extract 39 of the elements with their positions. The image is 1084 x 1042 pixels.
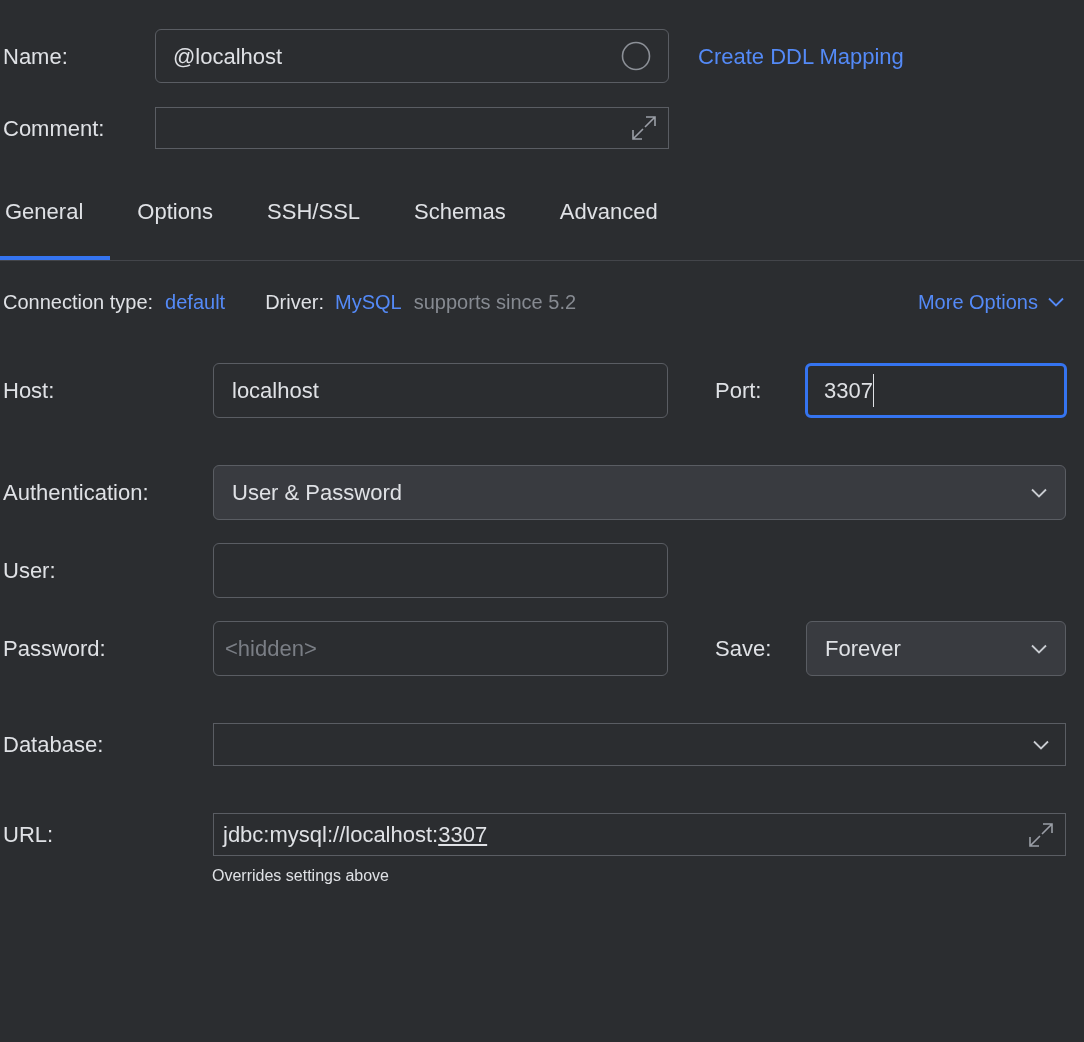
driver-note: supports since 5.2	[413, 290, 577, 315]
chevron-down-icon	[1031, 487, 1047, 498]
driver-label: Driver:	[265, 290, 325, 315]
comment-field[interactable]	[155, 107, 669, 149]
tab[interactable]: Schemas	[387, 195, 533, 260]
user-field[interactable]	[213, 543, 668, 598]
field-label: Port:	[715, 377, 763, 405]
field-label: Host:	[2, 377, 56, 405]
tab[interactable]: Options	[110, 195, 241, 260]
tab[interactable]: General	[0, 195, 111, 260]
tab[interactable]: Advanced	[532, 195, 685, 260]
expand-icon[interactable]	[1027, 820, 1055, 849]
field-label: Save:	[715, 635, 773, 663]
chevron-down-icon	[1031, 643, 1047, 654]
authentication-dropdown[interactable]: User & Password	[213, 465, 1066, 520]
expand-icon[interactable]	[630, 114, 658, 142]
url-hint: Overrides settings above	[212, 866, 390, 886]
name-field[interactable]: @localhost	[155, 29, 669, 83]
field-label: Password:	[2, 635, 107, 663]
field-label: Comment:	[2, 114, 106, 143]
url-field[interactable]: jdbc:mysql://localhost:3307	[213, 813, 1066, 856]
tab[interactable]: SSH/SSL	[240, 195, 388, 260]
field-label: Database:	[2, 731, 105, 759]
connection-type-link[interactable]: default	[165, 287, 226, 317]
save-dropdown[interactable]: Forever	[806, 621, 1066, 676]
field-label: URL:	[2, 821, 55, 849]
password-field[interactable]: <hidden>	[213, 621, 668, 676]
chevron-down-icon	[1033, 739, 1049, 750]
field-label: Name:	[2, 42, 69, 71]
driver-link[interactable]: MySQL	[335, 287, 402, 317]
circle-icon[interactable]	[621, 41, 651, 71]
create-ddl-mapping-link[interactable]: Create DDL Mapping	[698, 39, 904, 73]
host-field[interactable]: localhost	[213, 363, 668, 418]
connection-type-label: Connection type:	[2, 290, 154, 315]
field-label: Authentication:	[2, 479, 150, 507]
field-label: User:	[2, 557, 57, 585]
port-field[interactable]: 3307	[805, 363, 1067, 418]
chevron-down-icon	[1048, 297, 1064, 307]
more-options-link[interactable]: More Options	[917, 287, 1064, 317]
